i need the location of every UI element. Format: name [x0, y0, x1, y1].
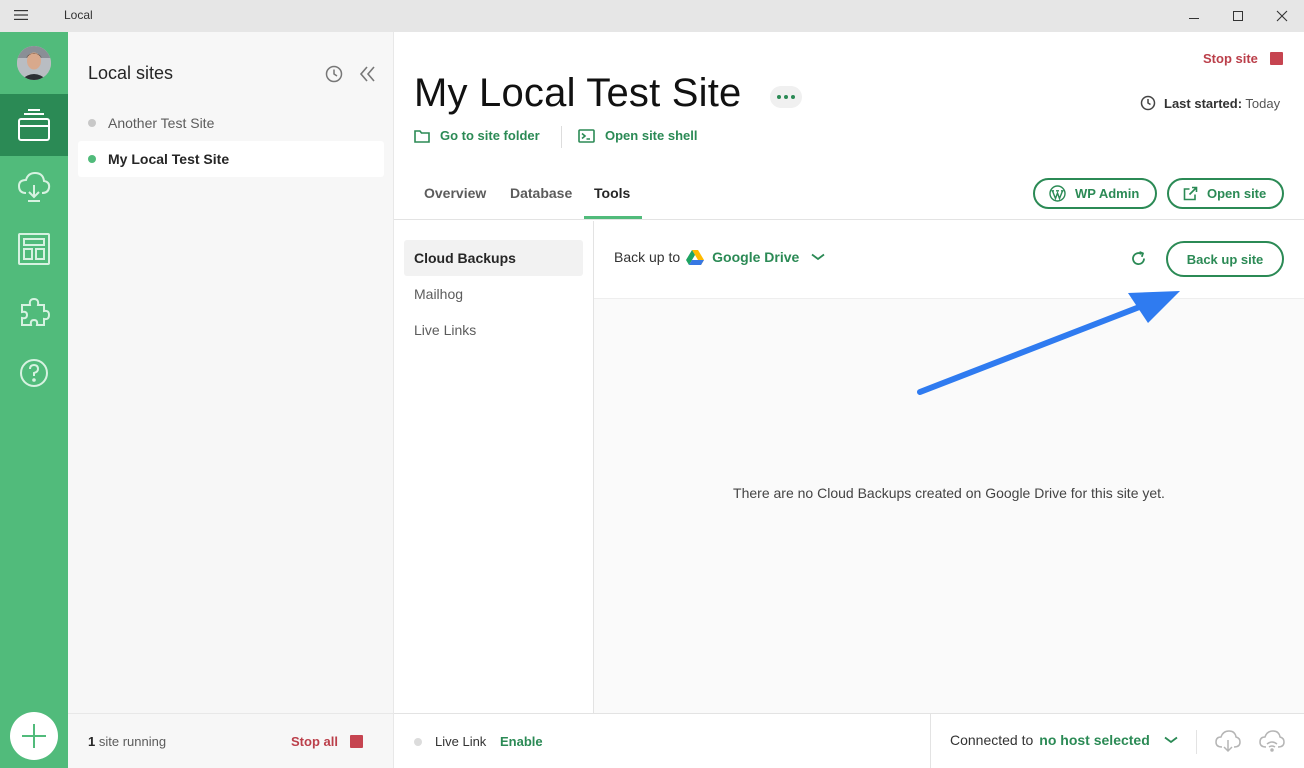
maximize-icon[interactable]	[1232, 9, 1244, 23]
empty-backups-message: There are no Cloud Backups created on Go…	[733, 485, 1165, 501]
site-status-dot	[88, 119, 96, 127]
cloud-backup-icon	[17, 171, 51, 203]
main-footer: Live Link Enable Connected to no host se…	[394, 713, 1304, 768]
refresh-icon[interactable]	[1130, 250, 1147, 267]
last-started: Last started: Today	[1140, 95, 1280, 111]
active-tab-indicator	[584, 216, 642, 219]
open-site-shell-link[interactable]: Open site shell	[578, 128, 697, 143]
live-link-label: Live Link	[435, 734, 487, 749]
terminal-icon	[578, 128, 595, 143]
live-link-status-dot	[414, 738, 422, 746]
main-content: Stop site My Local Test Site Last starte…	[394, 32, 1304, 768]
sites-footer: 1 site running Stop all	[68, 713, 393, 768]
stop-all-button[interactable]: Stop all	[291, 734, 338, 749]
rail-addons[interactable]	[0, 280, 68, 342]
site-status-dot	[88, 155, 96, 163]
external-link-icon	[1183, 186, 1198, 201]
wordpress-icon	[1049, 185, 1066, 202]
clock-icon	[1140, 95, 1156, 111]
help-icon	[19, 358, 49, 388]
cloud-backups-panel: Back up to Google Drive Back up site The…	[594, 221, 1304, 714]
tab-database[interactable]: Database	[510, 185, 572, 201]
rail-sites[interactable]	[0, 94, 68, 156]
footer-separator	[930, 714, 931, 768]
site-item-my-local-test-site[interactable]: My Local Test Site	[78, 141, 384, 177]
window-title: Local	[64, 8, 93, 22]
footer-separator	[1196, 730, 1197, 754]
minimize-icon[interactable]	[1188, 9, 1200, 23]
left-rail	[0, 32, 68, 768]
google-drive-icon	[686, 249, 705, 265]
collapse-icon[interactable]	[359, 65, 375, 83]
tools-nav: Cloud Backups Mailhog Live Links	[394, 221, 594, 714]
wp-admin-button[interactable]: WP Admin	[1033, 178, 1157, 209]
stop-site-button[interactable]: Stop site	[1203, 51, 1258, 66]
rail-help[interactable]	[0, 342, 68, 404]
stop-all-icon[interactable]	[350, 735, 363, 748]
add-site-button[interactable]	[10, 712, 58, 760]
sites-panel-title: Local sites	[88, 63, 174, 83]
backup-provider-select[interactable]: Back up to Google Drive	[614, 249, 825, 265]
avatar[interactable]	[17, 46, 51, 80]
chevron-down-icon	[811, 253, 825, 261]
site-item-label: My Local Test Site	[108, 151, 230, 167]
close-icon[interactable]	[1276, 9, 1288, 23]
annotation-arrow	[917, 291, 1180, 395]
stop-site-icon[interactable]	[1270, 52, 1283, 65]
tools-nav-live-links[interactable]: Live Links	[404, 312, 583, 348]
rail-cloud-backups[interactable]	[0, 156, 68, 218]
rail-blueprints[interactable]	[0, 218, 68, 280]
go-to-site-folder-link[interactable]: Go to site folder	[414, 128, 540, 143]
addons-icon	[18, 295, 50, 327]
more-options-button[interactable]	[770, 86, 802, 108]
more-dots-icon	[777, 95, 781, 99]
tab-overview[interactable]: Overview	[424, 185, 486, 201]
title-bar: Local	[0, 0, 1304, 32]
site-item-another-test-site[interactable]: Another Test Site	[78, 105, 384, 141]
hamburger-menu-icon[interactable]	[14, 9, 28, 21]
page-title: My Local Test Site	[414, 71, 742, 115]
live-link-enable-button[interactable]: Enable	[500, 734, 543, 749]
sites-running-count: 1 site running	[88, 734, 167, 749]
link-separator	[561, 126, 562, 148]
tools-nav-cloud-backups[interactable]: Cloud Backups	[404, 240, 583, 276]
cloud-push-icon[interactable]	[1259, 730, 1285, 754]
host-connection-select[interactable]: Connected to no host selected	[950, 732, 1178, 748]
tab-tools[interactable]: Tools	[594, 185, 630, 201]
sites-icon	[17, 109, 51, 141]
history-icon[interactable]	[325, 65, 343, 83]
site-item-label: Another Test Site	[108, 115, 215, 131]
open-site-button[interactable]: Open site	[1167, 178, 1284, 209]
chevron-down-icon	[1164, 736, 1178, 744]
sites-panel: Local sites Another Test Site My Local T…	[68, 32, 394, 768]
blueprints-icon	[18, 233, 50, 265]
folder-icon	[414, 129, 430, 143]
tools-nav-mailhog[interactable]: Mailhog	[404, 276, 583, 312]
cloud-pull-icon[interactable]	[1215, 730, 1241, 754]
plus-icon	[21, 723, 47, 749]
